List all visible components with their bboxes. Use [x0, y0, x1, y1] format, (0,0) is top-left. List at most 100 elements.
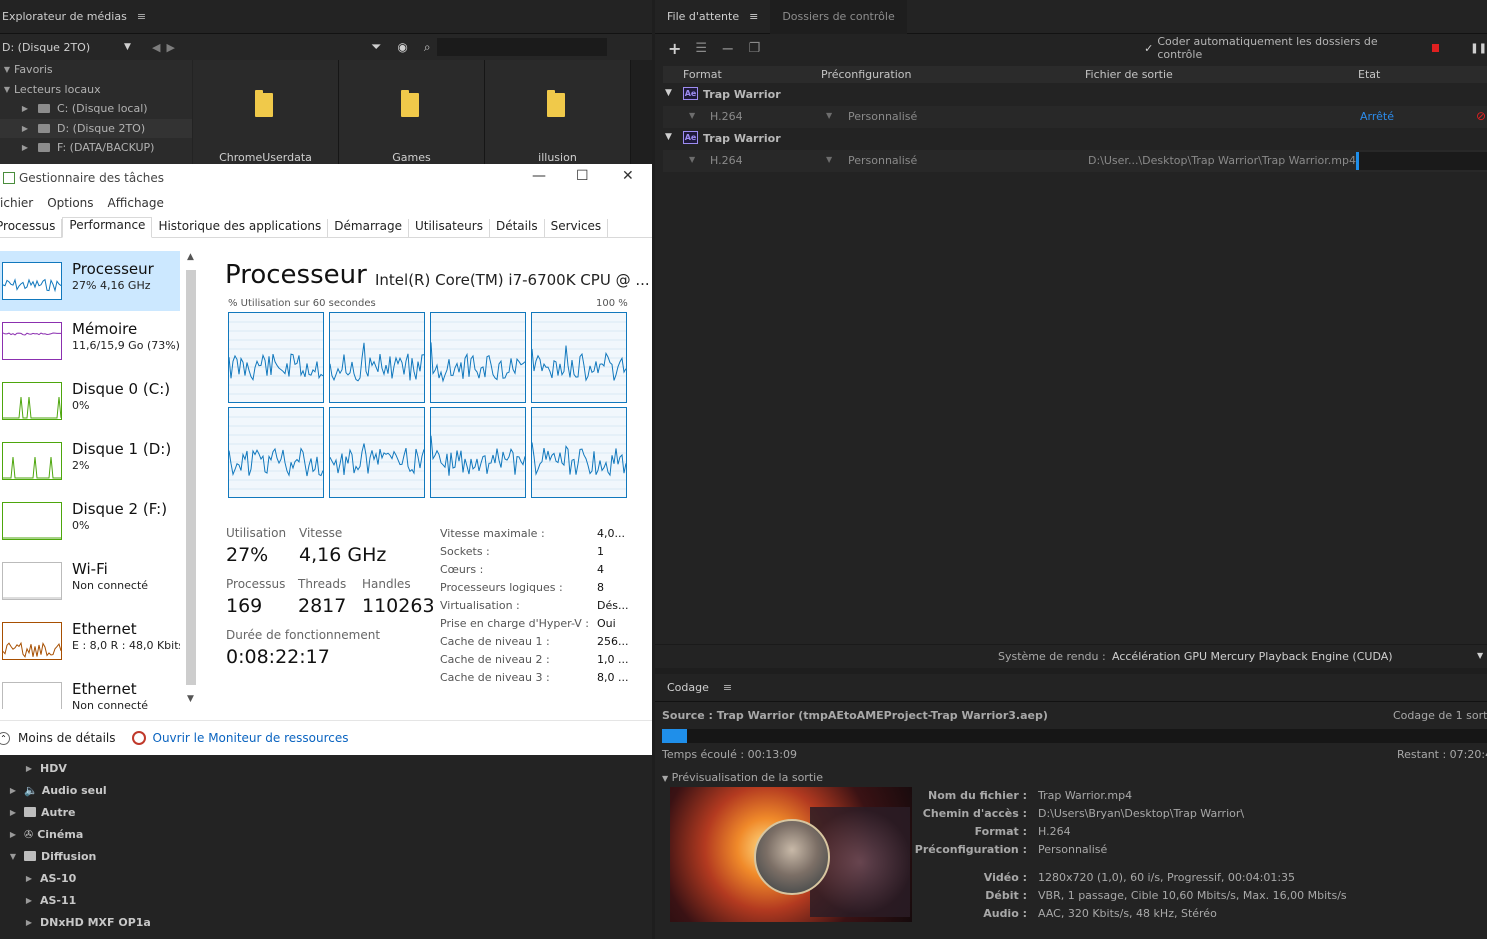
fewer-details-link[interactable]: Moins de détails	[18, 731, 116, 745]
triangle-right-icon[interactable]: ▶	[22, 896, 36, 905]
preset-item[interactable]: ▶ AS-10	[0, 867, 628, 889]
tree-item-drive-f[interactable]: ▶ F: (DATA/BACKUP)	[0, 138, 192, 158]
eye-icon[interactable]: ◉	[397, 40, 407, 54]
menu-fichier[interactable]: Fichier	[0, 196, 33, 210]
triangle-right-icon[interactable]: ▶	[18, 143, 32, 152]
triangle-down-icon[interactable]: ▼	[665, 132, 672, 142]
panel-menu-icon[interactable]: ≡	[749, 10, 758, 23]
triangle-right-icon[interactable]: ▶	[6, 808, 20, 817]
output-path[interactable]: D:\User...\Desktop\Trap Warrior\Trap War…	[1088, 154, 1356, 167]
triangle-down-icon[interactable]: ▼	[6, 852, 20, 861]
resource-monitor-link[interactable]: Ouvrir le Moniteur de ressources	[153, 731, 349, 745]
triangle-down-icon[interactable]: ▼	[689, 155, 695, 164]
triangle-down-icon[interactable]: ▼	[689, 111, 695, 120]
tree-item-favorites[interactable]: ▼ Favoris	[0, 60, 192, 80]
triangle-right-icon[interactable]: ▶	[6, 786, 20, 795]
triangle-right-icon[interactable]: ▶	[6, 830, 20, 839]
no-entry-icon[interactable]: ⊘	[1476, 109, 1486, 123]
tab-details[interactable]: Détails	[490, 219, 545, 237]
queue-source-row[interactable]: ▼ Ae Trap Warrior	[663, 128, 1487, 150]
maximize-icon[interactable]: ☐	[576, 168, 589, 184]
checkbox-checked-icon[interactable]: ✓	[1144, 42, 1153, 55]
triangle-right-icon[interactable]: ▶	[22, 764, 36, 773]
preset-item[interactable]: ▶ DNxHD MXF OP1a	[0, 911, 628, 933]
sidebar-item[interactable]: Disque 2 (F:) 0%	[0, 491, 180, 551]
tab-historique[interactable]: Historique des applications	[152, 219, 329, 237]
triangle-right-icon[interactable]: ▶	[18, 104, 32, 113]
chevron-up-icon[interactable]: ⌃	[0, 731, 10, 745]
folder-item[interactable]: illusion	[485, 60, 631, 164]
chevron-down-icon[interactable]: ▼	[124, 42, 138, 52]
search-input[interactable]	[436, 38, 607, 56]
tree-item-drive-d[interactable]: ▶ D: (Disque 2TO)	[0, 118, 192, 138]
triangle-right-icon[interactable]: ▶	[18, 124, 32, 133]
format-value[interactable]: H.264	[710, 110, 743, 123]
triangle-down-icon[interactable]: ▼	[662, 774, 668, 783]
chevron-down-icon[interactable]: ▼	[1477, 651, 1483, 660]
folder-item[interactable]: Games	[339, 60, 485, 164]
preset-item[interactable]: ▶ AS-11	[0, 889, 628, 911]
scroll-down-icon[interactable]: ▼	[187, 694, 194, 704]
triangle-right-icon[interactable]: ▶	[22, 874, 36, 883]
tab-watch-folders[interactable]: Dossiers de contrôle	[770, 0, 907, 34]
queue-output-row[interactable]: ▼ H.264 ▼ Personnalisé Arrêté ⊘	[663, 106, 1487, 128]
menu-options[interactable]: Options	[47, 196, 93, 210]
sidebar-item[interactable]: Ethernet Non connecté	[0, 671, 180, 709]
folder-item[interactable]: ChromeUserdata	[193, 60, 339, 164]
sidebar-item[interactable]: EthernetE : 8,0 R : 48,0 Kbits/s	[0, 611, 180, 671]
preset-category[interactable]: ▶ 🔈 Audio seul	[0, 779, 628, 801]
column-format[interactable]: Format	[683, 68, 722, 81]
tab-performance[interactable]: Performance	[62, 217, 153, 238]
sidebar-item[interactable]: Disque 0 (C:) 0%	[0, 371, 180, 431]
tree-item-local-drives[interactable]: ▼ Lecteurs locaux	[0, 80, 192, 100]
panel-menu-icon[interactable]: ≡	[137, 10, 146, 23]
triangle-down-icon[interactable]: ▼	[826, 111, 832, 120]
triangle-right-icon[interactable]: ▶	[22, 918, 36, 927]
format-value[interactable]: H.264	[710, 154, 743, 167]
drive-dropdown[interactable]: D: (Disque 2TO)	[0, 41, 138, 54]
duplicate-icon[interactable]: ❐	[748, 41, 760, 56]
sidebar-item[interactable]: Processeur 27% 4,16 GHz	[0, 251, 180, 311]
remove-icon[interactable]: −	[721, 39, 734, 58]
preset-category[interactable]: ▼ Diffusion	[0, 845, 628, 867]
sidebar-item[interactable]: Mémoire 11,6/15,9 Go (73%)	[0, 311, 180, 371]
tab-utilisateurs[interactable]: Utilisateurs	[409, 219, 490, 237]
filter-icon[interactable]: ⏷	[371, 40, 381, 55]
column-status[interactable]: Etat	[1358, 68, 1380, 81]
forward-arrow-icon[interactable]: ▶	[166, 41, 174, 54]
scroll-up-icon[interactable]: ▲	[187, 252, 194, 262]
renderer-select[interactable]: Accélération GPU Mercury Playback Engine…	[1112, 650, 1393, 663]
sidebar-item[interactable]: Wi-Fi Non connecté	[0, 551, 180, 611]
queue-output-row[interactable]: ▼ H.264 ▼ Personnalisé D:\User...\Deskto…	[663, 150, 1487, 172]
preset-category[interactable]: ▶ ✇ Cinéma	[0, 823, 628, 845]
preview-toggle[interactable]: ▼ Prévisualisation de la sortie	[662, 771, 823, 784]
minimize-icon[interactable]: —	[532, 168, 546, 184]
sidebar-item[interactable]: Disque 1 (D:) 2%	[0, 431, 180, 491]
tab-queue[interactable]: File d'attente ≡	[655, 0, 770, 34]
settings-icon[interactable]: ☰	[695, 41, 707, 56]
tab-services[interactable]: Services	[545, 219, 609, 237]
preset-category[interactable]: ▶ Autre	[0, 801, 628, 823]
stop-icon[interactable]	[1431, 44, 1440, 52]
search-icon[interactable]: ⌕	[424, 40, 431, 55]
tab-demarrage[interactable]: Démarrage	[328, 219, 409, 237]
add-icon[interactable]: +	[668, 39, 681, 58]
tree-item-drive-c[interactable]: ▶ C: (Disque local)	[0, 99, 192, 119]
panel-menu-icon[interactable]: ≡	[723, 681, 732, 694]
triangle-down-icon[interactable]: ▼	[826, 155, 832, 164]
preset-value[interactable]: Personnalisé	[848, 110, 917, 123]
close-icon[interactable]: ✕	[622, 168, 634, 184]
back-arrow-icon[interactable]: ◀	[152, 41, 160, 54]
triangle-down-icon[interactable]: ▼	[0, 85, 14, 94]
pause-icon[interactable]: ❚❚	[1470, 43, 1487, 54]
column-preset[interactable]: Préconfiguration	[821, 68, 911, 81]
scroll-thumb[interactable]	[186, 270, 196, 685]
triangle-down-icon[interactable]: ▼	[665, 88, 672, 98]
column-output[interactable]: Fichier de sortie	[1085, 68, 1173, 81]
sidebar-scrollbar[interactable]: ▲ ▼	[184, 252, 199, 707]
tab-processus[interactable]: Processus	[0, 219, 63, 237]
preset-item[interactable]: ▶ HDV	[0, 757, 628, 779]
menu-affichage[interactable]: Affichage	[108, 196, 164, 210]
preset-value[interactable]: Personnalisé	[848, 154, 917, 167]
triangle-down-icon[interactable]: ▼	[0, 65, 14, 74]
